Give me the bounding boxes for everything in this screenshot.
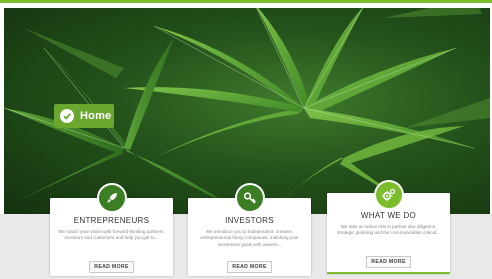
page: Home ENTREPRENEURS We match your vision … — [0, 0, 492, 279]
home-breadcrumb-badge[interactable]: Home — [54, 104, 114, 128]
rocket-icon — [97, 183, 127, 213]
key-icon — [235, 183, 265, 213]
card-description: We take an active role in partner due di… — [337, 224, 440, 236]
read-more-button[interactable]: READ MORE — [89, 261, 134, 273]
read-more-button[interactable]: READ MORE — [366, 256, 411, 268]
home-label: Home — [80, 110, 112, 122]
read-more-button[interactable]: READ MORE — [227, 261, 272, 273]
card-title: WHAT WE DO — [360, 211, 417, 220]
card-title: INVESTORS — [225, 216, 274, 225]
card-description: We match your vision with forward-thinki… — [58, 229, 165, 241]
top-accent-bar — [0, 0, 492, 3]
card-description: We introduce you to independent, creativ… — [200, 229, 299, 247]
checkmark-icon — [60, 109, 74, 123]
card-title: ENTREPRENEURS — [73, 216, 150, 225]
gears-icon — [374, 180, 404, 210]
